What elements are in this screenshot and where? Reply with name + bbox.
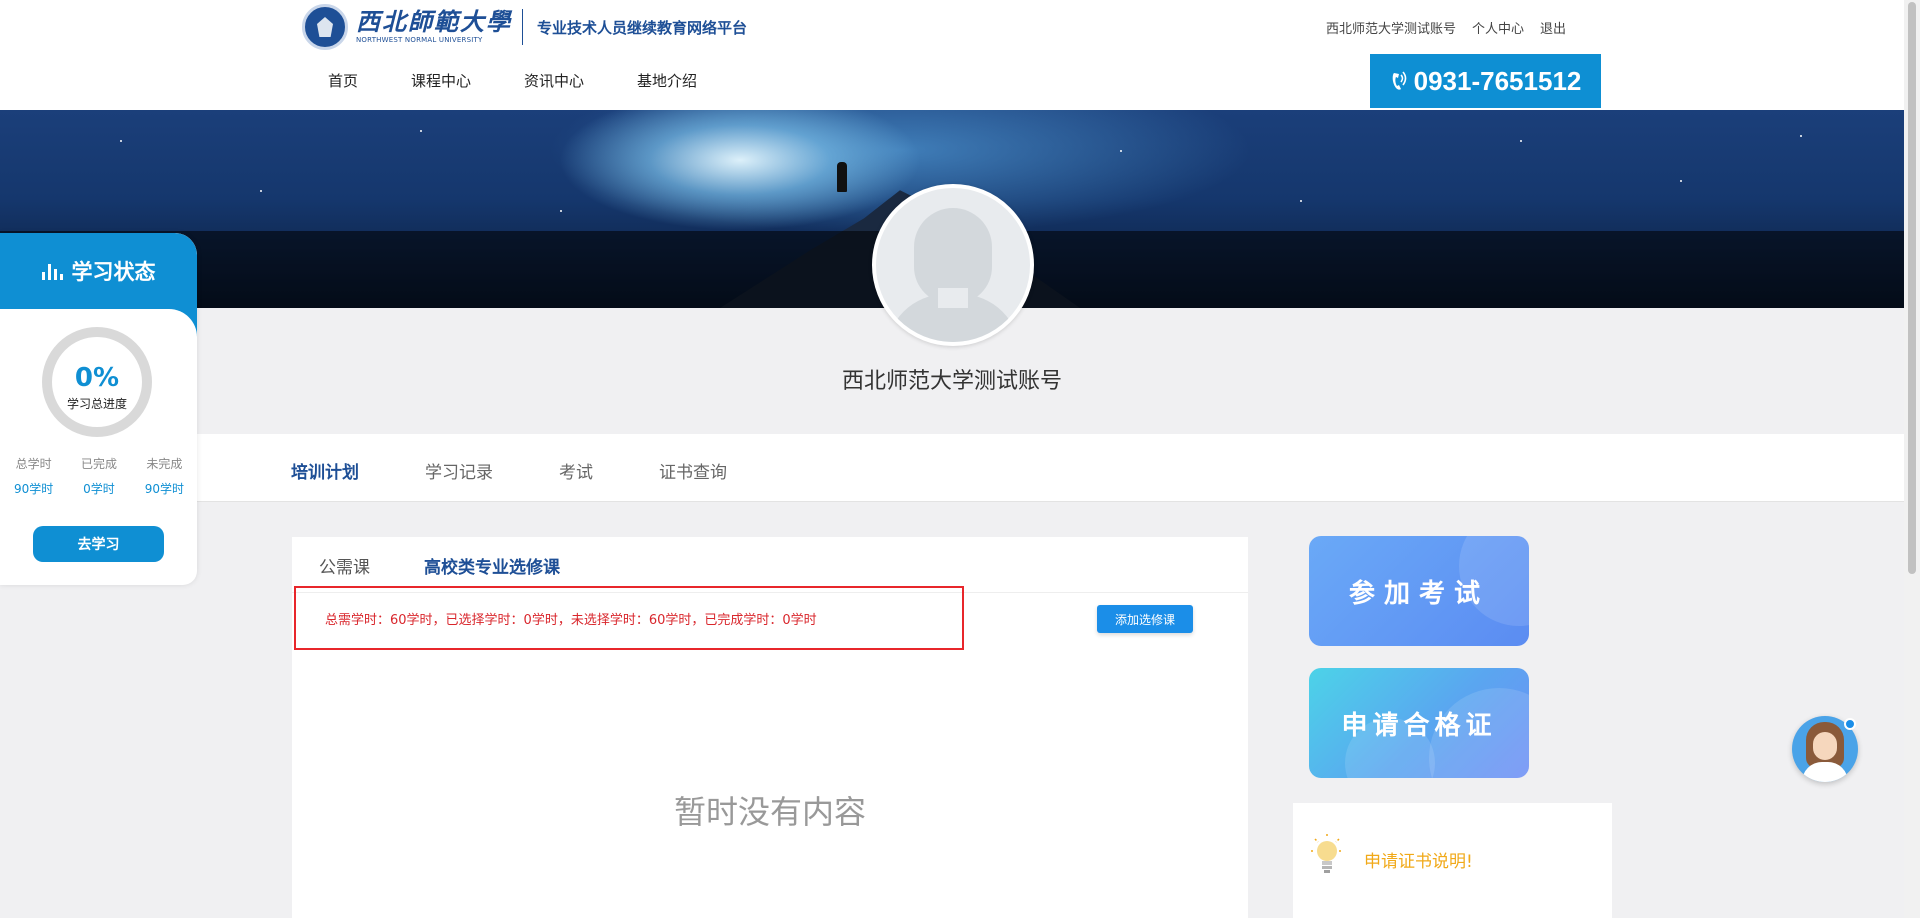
subtab-elective-courses[interactable]: 高校类专业选修课 [424, 553, 560, 578]
nav-news-center[interactable]: 资讯中心 [524, 70, 584, 91]
tab-training-plan[interactable]: 培训计划 [291, 458, 359, 483]
avatar-neck [938, 288, 968, 308]
stat-completed-value: 0学时 [83, 482, 115, 496]
progress-percent: 0% [74, 363, 120, 393]
user-avatar[interactable] [872, 184, 1034, 346]
course-type-tabs: 公需课 高校类专业选修课 [319, 553, 614, 578]
main-nav: 首页 课程中心 资讯中心 基地介绍 [328, 70, 750, 91]
profile-tabs-bar: 培训计划 学习记录 考试 证书查询 [197, 434, 1904, 502]
star [120, 140, 122, 142]
logo-chinese-name: 西北師範大學 [356, 7, 512, 36]
subtab-public-courses[interactable]: 公需课 [319, 553, 370, 578]
apply-certificate-button[interactable]: 申请合格证 [1309, 668, 1529, 778]
progress-label: 学习总进度 [66, 397, 127, 411]
progress-ring: 0% 学习总进度 [42, 327, 152, 437]
phone-icon [1392, 71, 1406, 90]
nav-base-intro[interactable]: 基地介绍 [637, 70, 697, 91]
star [260, 190, 262, 192]
stat-completed-label: 已完成 [80, 457, 117, 471]
study-status-title: 学习状态 [71, 260, 156, 284]
star [1800, 135, 1802, 137]
site-logo[interactable]: 西北師範大學 NORTHWEST NORMAL UNIVERSITY 专业技术人… [302, 4, 747, 50]
banner-person [837, 162, 847, 192]
study-status-header: 学习状态 [0, 233, 197, 309]
training-plan-content: 公需课 高校类专业选修课 总需学时：60学时，已选择学时：0学时，未选择学时：6… [292, 537, 1248, 918]
stat-remaining-label: 未完成 [146, 457, 183, 471]
phone-number: 0931-7651512 [1413, 65, 1582, 96]
go-study-button[interactable]: 去学习 [33, 526, 164, 562]
study-stats: 总学时 90学时 已完成 0学时 未完成 90学时 [14, 455, 184, 497]
university-emblem-icon [302, 4, 348, 50]
hours-summary: 总需学时：60学时，已选择学时：0学时，未选择学时：60学时，已完成学时：0学时 [294, 586, 964, 650]
nav-home[interactable]: 首页 [328, 70, 358, 91]
page-scrollbar[interactable] [1904, 0, 1920, 918]
top-links: 西北师范大学测试账号 个人中心 退出 [1326, 18, 1566, 37]
stat-total: 总学时 90学时 [14, 455, 53, 497]
logo-names: 西北師範大學 NORTHWEST NORMAL UNIVERSITY [356, 9, 512, 45]
tab-exam[interactable]: 考试 [559, 458, 593, 483]
hours-summary-text: 总需学时：60学时，已选择学时：0学时，未选择学时：60学时，已完成学时：0学时 [325, 612, 817, 628]
certificate-info-link[interactable]: 申请证书说明! [1364, 847, 1473, 872]
support-notification-dot [1844, 718, 1856, 730]
star [560, 210, 562, 212]
star [1520, 140, 1522, 142]
take-exam-button[interactable]: 参加考试 [1309, 536, 1529, 646]
tab-certificate-query[interactable]: 证书查询 [659, 458, 727, 483]
logo-english-name: NORTHWEST NORMAL UNIVERSITY [356, 36, 483, 44]
stat-remaining-value: 90学时 [144, 482, 184, 496]
stat-completed: 已完成 0学时 [81, 455, 117, 497]
study-status-panel: 学习状态 0% 学习总进度 总学时 90学时 已完成 0学时 未完成 90学时 … [0, 233, 197, 585]
phone-banner: 0931-7651512 [1370, 54, 1601, 108]
platform-title: 专业技术人员继续教育网络平台 [537, 18, 748, 37]
site-header: 西北師範大學 NORTHWEST NORMAL UNIVERSITY 专业技术人… [0, 0, 1904, 110]
scrollbar-thumb[interactable] [1908, 2, 1916, 574]
profile-tabs: 培训计划 学习记录 考试 证书查询 [291, 458, 793, 483]
take-exam-label: 参加考试 [1348, 578, 1489, 609]
add-elective-button[interactable]: 添加选修课 [1097, 605, 1193, 633]
profile-link[interactable]: 个人中心 [1472, 18, 1524, 37]
bar-chart-icon [41, 262, 64, 280]
nav-course-center[interactable]: 课程中心 [411, 70, 471, 91]
apply-certificate-label: 申请合格证 [1341, 710, 1497, 741]
support-face [1813, 732, 1837, 760]
logout-link[interactable]: 退出 [1540, 18, 1566, 37]
star [1680, 180, 1682, 182]
profile-username: 西北师范大学测试账号 [841, 369, 1062, 394]
tab-study-records[interactable]: 学习记录 [425, 458, 493, 483]
star [420, 130, 422, 132]
stat-remaining: 未完成 90学时 [145, 455, 184, 497]
empty-message: 暂时没有内容 [673, 793, 866, 831]
stat-total-label: 总学时 [15, 457, 52, 471]
account-link[interactable]: 西北师范大学测试账号 [1326, 18, 1456, 37]
stat-total-value: 90学时 [14, 482, 54, 496]
certificate-info-panel: 申请证书说明! [1293, 803, 1612, 918]
lightbulb-icon [1311, 834, 1343, 873]
star [1120, 150, 1122, 152]
star [1300, 200, 1302, 202]
logo-divider [522, 9, 523, 45]
